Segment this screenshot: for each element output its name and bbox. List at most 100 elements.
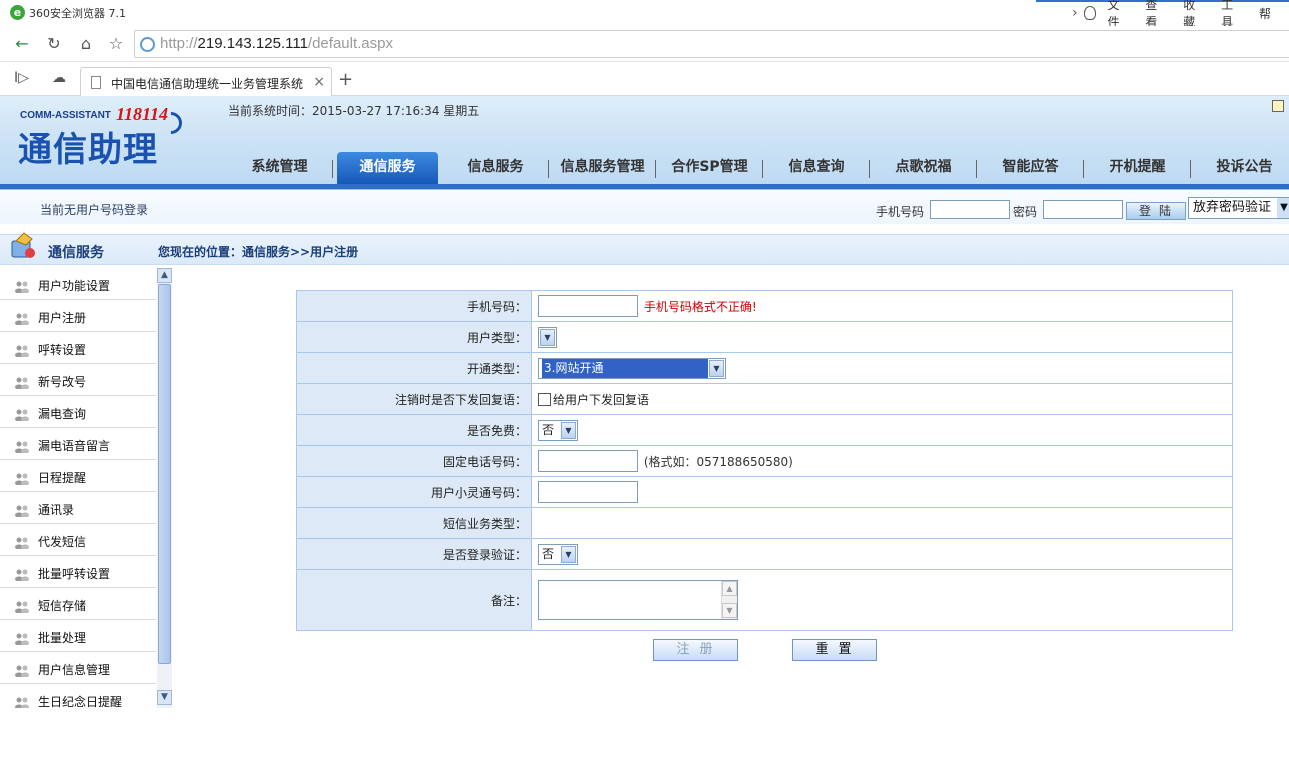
back-arrow-icon[interactable]: ← (10, 32, 34, 56)
sidebar-toggle-icon[interactable]: I▷ (14, 70, 29, 86)
sidebar-item-missed-call-voicemail[interactable]: 漏电语音留言 (0, 428, 156, 460)
users-icon (15, 569, 29, 581)
browser-menu: › 文件 查看 收藏 工具 帮 (1072, 0, 1289, 29)
sidebar-item-label: 新号改号 (38, 375, 87, 389)
cloud-icon[interactable]: ☁ (52, 70, 66, 86)
login-phone-input[interactable] (930, 200, 1010, 219)
cancel-reply-checkbox-label[interactable]: 给用户下发回复语 (553, 393, 649, 407)
sidebar-item-user-registration[interactable]: 用户注册 (0, 300, 156, 332)
scroll-up-icon[interactable]: ▲ (157, 268, 172, 283)
header-stripe (0, 184, 1289, 190)
reload-icon[interactable]: ↻ (42, 32, 66, 56)
url-input[interactable]: http://219.143.125.111/default.aspx (134, 30, 1289, 58)
form-row-login-verify: 是否登录验证： 否 ▼ (296, 538, 1233, 570)
cancel-reply-cell: 给用户下发回复语 (531, 383, 1233, 415)
nav-info-service[interactable]: 信息服务 (442, 152, 549, 184)
nav-smart-reply[interactable]: 智能应答 (977, 152, 1084, 184)
menu-help[interactable]: 帮 (1259, 5, 1271, 22)
sidebar-item-label: 代发短信 (38, 535, 87, 549)
remark-textarea[interactable]: ▲ ▼ (538, 580, 738, 620)
free-select[interactable]: 否 ▼ (538, 419, 578, 441)
login-verify-label: 是否登录验证： (296, 538, 532, 570)
chevron-down-icon: ▼ (1277, 198, 1289, 218)
sidebar-item-contacts[interactable]: 通讯录 (0, 492, 156, 524)
open-type-select[interactable]: 3.网站开通 ▼ (538, 357, 726, 379)
sidebar-item-birthday-reminder[interactable]: 生日纪念日提醒 (0, 684, 156, 708)
scroll-thumb[interactable] (158, 284, 171, 664)
chevron-down-icon: ▼ (561, 421, 576, 439)
sidebar-item-label: 漏电查询 (38, 407, 87, 421)
nav-info-service-management[interactable]: 信息服务管理 (549, 152, 656, 184)
sidebar-item-number-change[interactable]: 新号改号 (0, 364, 156, 396)
sidebar-item-call-forwarding[interactable]: 呼转设置 (0, 332, 156, 364)
edit-icon[interactable] (1272, 100, 1284, 112)
nav-complaint-notice[interactable]: 投诉公告 (1191, 152, 1289, 184)
main-nav: 系统管理 通信服务 信息服务 信息服务管理 合作SP管理 信息查询 点歌祝福 智… (226, 152, 1289, 184)
nav-system-management[interactable]: 系统管理 (226, 152, 333, 184)
user-type-label: 用户类型： (296, 321, 532, 353)
logo-english: COMM-ASSISTANT (20, 110, 111, 121)
sidebar-item-sms-storage[interactable]: 短信存储 (0, 588, 156, 620)
tab-title: 中国电信通信助理统一业务管理系统 (111, 77, 304, 91)
user-type-select[interactable]: ▼ (538, 326, 557, 348)
landline-input[interactable] (538, 450, 638, 472)
sidebar-item-missed-call-query[interactable]: 漏电查询 (0, 396, 156, 428)
nav-boot-reminder[interactable]: 开机提醒 (1084, 152, 1191, 184)
scroll-up-icon[interactable]: ▲ (722, 581, 737, 596)
sidebar-item-user-function-settings[interactable]: 用户功能设置 (0, 268, 156, 300)
login-button[interactable]: 登陆 (1126, 202, 1186, 220)
sidebar-item-proxy-sms[interactable]: 代发短信 (0, 524, 156, 556)
sidebar-item-label: 批量处理 (38, 631, 87, 645)
phone-input[interactable] (538, 295, 638, 317)
sidebar-item-label: 用户信息管理 (38, 663, 111, 677)
phone-cell: 手机号码格式不正确! (531, 290, 1233, 322)
sidebar-item-schedule-reminder[interactable]: 日程提醒 (0, 460, 156, 492)
form-row-cancel-reply: 注销时是否下发回复语： 给用户下发回复语 (296, 383, 1233, 415)
login-status: 当前无用户号码登录 (40, 203, 149, 217)
tab-active[interactable]: 中国电信通信助理统一业务管理系统 × (80, 67, 332, 97)
sidebar-item-label: 用户功能设置 (38, 279, 111, 293)
form-row-remark: 备注： ▲ ▼ (296, 569, 1233, 631)
scroll-down-icon[interactable]: ▼ (157, 690, 172, 705)
nav-communication-service[interactable]: 通信服务 (337, 152, 438, 184)
close-icon[interactable]: × (313, 74, 325, 90)
reset-button[interactable]: 重置 (792, 639, 877, 661)
nav-info-query[interactable]: 信息查询 (763, 152, 870, 184)
form-row-free: 是否免费： 否 ▼ (296, 414, 1233, 446)
sms-type-label: 短信业务类型： (296, 507, 532, 539)
sidebar-item-label: 用户注册 (38, 311, 87, 325)
login-password-input[interactable] (1043, 200, 1123, 219)
user-icon[interactable] (1083, 6, 1096, 20)
browser-brand: 360安全浏览器 7.1 (29, 7, 126, 20)
sidebar-item-batch-call-forwarding[interactable]: 批量呼转设置 (0, 556, 156, 588)
password-verify-value: 放弃密码验证 (1193, 200, 1272, 215)
sidebar-item-user-info-management[interactable]: 用户信息管理 (0, 652, 156, 684)
remark-cell: ▲ ▼ (531, 569, 1233, 631)
home-icon[interactable]: ⌂ (74, 32, 98, 56)
form-row-open-type: 开通类型： 3.网站开通 ▼ (296, 352, 1233, 384)
url-host: 219.143.125.111 (197, 35, 308, 52)
users-icon (15, 409, 29, 421)
communication-service-icon (11, 232, 35, 258)
cancel-reply-checkbox[interactable] (538, 392, 551, 406)
sidebar-scrollbar[interactable]: ▲ ▼ (157, 268, 172, 708)
textarea-scrollbar[interactable]: ▲ ▼ (721, 581, 737, 619)
users-icon (15, 697, 29, 708)
scroll-down-icon[interactable]: ▼ (722, 603, 737, 618)
sidebar-item-batch-processing[interactable]: 批量处理 (0, 620, 156, 652)
nav-song-wishes[interactable]: 点歌祝福 (870, 152, 977, 184)
document-icon (91, 76, 101, 89)
open-type-value: 3.网站开通 (542, 358, 708, 378)
phs-input[interactable] (538, 481, 638, 503)
url-scheme: http:// (160, 35, 198, 52)
free-label: 是否免费： (296, 414, 532, 446)
star-icon[interactable]: ☆ (104, 32, 128, 56)
sidebar-item-label: 生日纪念日提醒 (38, 695, 123, 708)
nav-sp-management[interactable]: 合作SP管理 (656, 152, 763, 184)
chevron-down-icon: ▼ (540, 328, 555, 346)
login-verify-select[interactable]: 否 ▼ (538, 543, 578, 565)
chevron-right-icon[interactable]: › (1072, 5, 1078, 21)
password-verify-select[interactable]: 放弃密码验证 ▼ (1188, 197, 1289, 219)
register-button[interactable]: 注册 (653, 639, 738, 661)
new-tab-button[interactable]: + (338, 69, 353, 90)
